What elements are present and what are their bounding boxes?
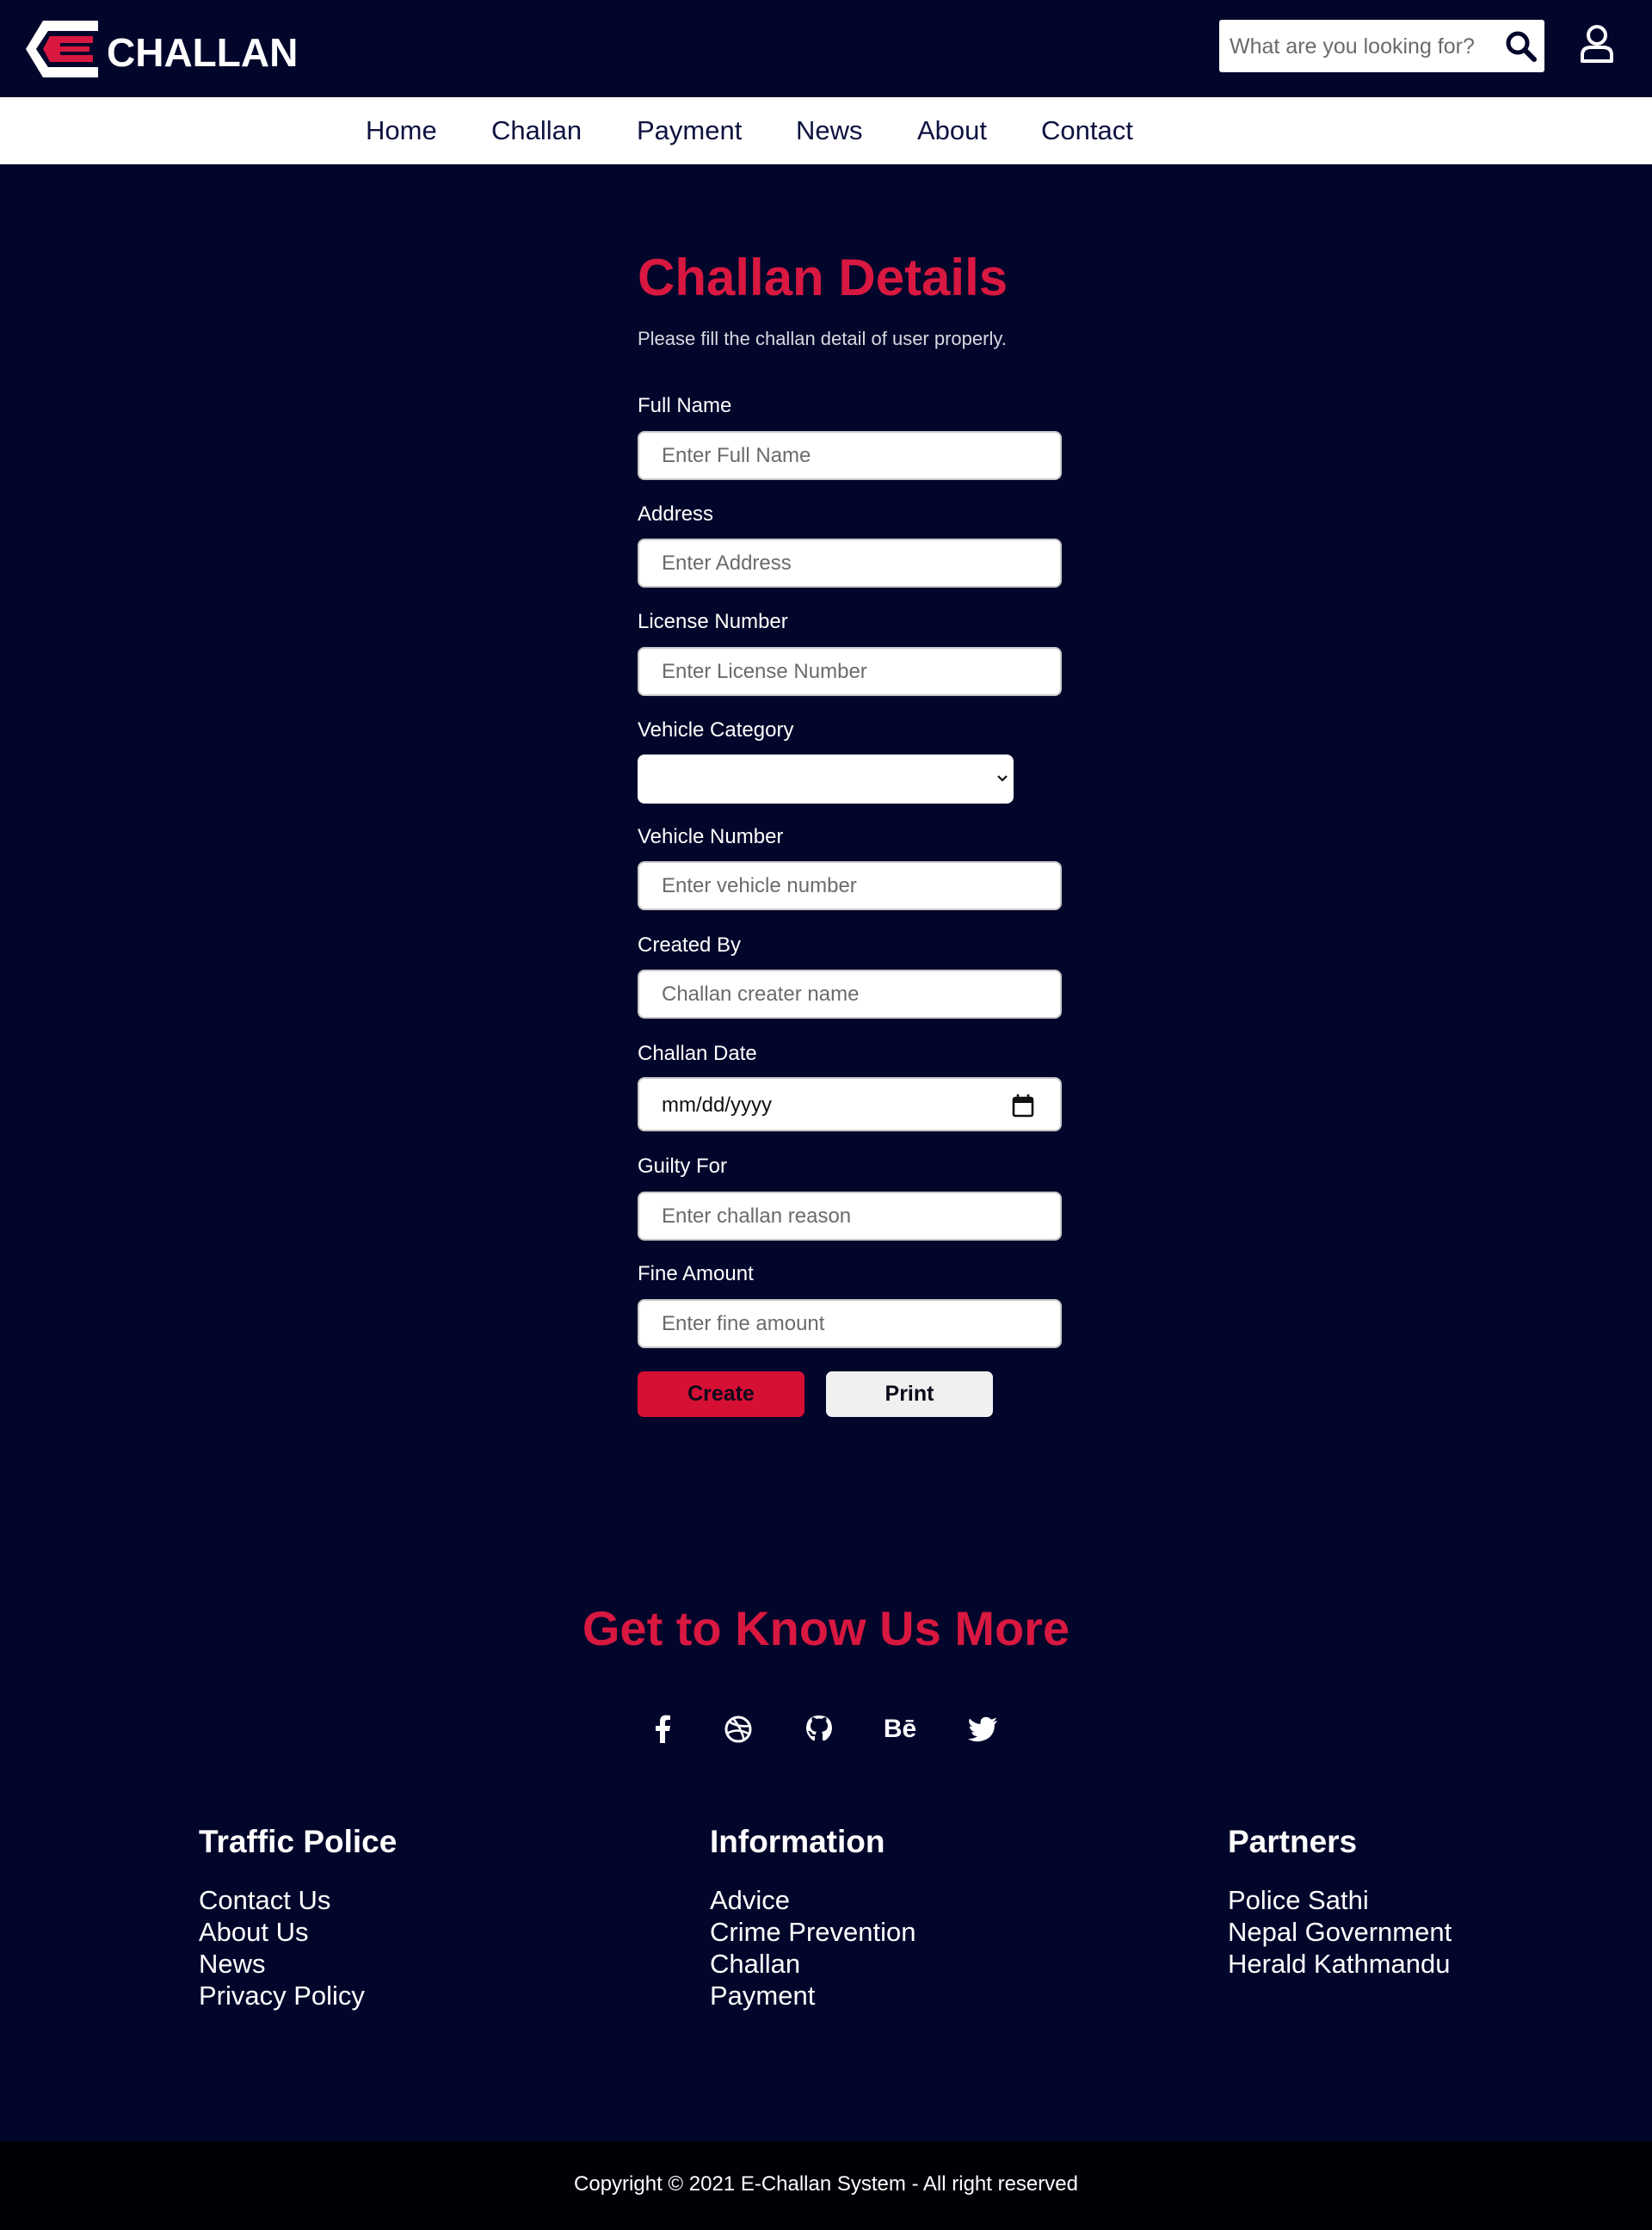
fine-amount-label: Fine Amount bbox=[638, 1262, 754, 1285]
vehicle-category-select[interactable] bbox=[638, 755, 1014, 804]
license-number-field[interactable] bbox=[638, 647, 1062, 696]
footer-link-about-us[interactable]: About Us bbox=[199, 1917, 309, 1948]
nav-item-challan[interactable]: Challan bbox=[491, 97, 582, 164]
footer-link-herald-kathmandu[interactable]: Herald Kathmandu bbox=[1228, 1949, 1451, 1980]
search-icon[interactable] bbox=[1505, 30, 1538, 63]
address-label: Address bbox=[638, 502, 714, 526]
address-field[interactable] bbox=[638, 539, 1062, 588]
form-subtitle: Please fill the challan detail of user p… bbox=[638, 328, 1007, 349]
footer-col-title-information: Information bbox=[710, 1824, 885, 1859]
footer-link-police-sathi[interactable]: Police Sathi bbox=[1228, 1885, 1369, 1916]
footer-link-crime-prevention[interactable]: Crime Prevention bbox=[710, 1917, 915, 1948]
logo-emblem-icon bbox=[26, 21, 98, 77]
facebook-icon[interactable] bbox=[646, 1712, 681, 1746]
fine-amount-field[interactable] bbox=[638, 1299, 1062, 1348]
footer-link-challan[interactable]: Challan bbox=[710, 1949, 800, 1980]
nav-item-payment[interactable]: Payment bbox=[637, 97, 742, 164]
search-input[interactable] bbox=[1228, 20, 1489, 74]
top-header: CHALLAN bbox=[0, 0, 1652, 97]
dribbble-icon[interactable] bbox=[721, 1712, 755, 1746]
challan-date-label: Challan Date bbox=[638, 1042, 757, 1065]
vehicle-number-label: Vehicle Number bbox=[638, 825, 784, 848]
social-section-title: Get to Know Us More bbox=[582, 1601, 1070, 1655]
footer-link-advice[interactable]: Advice bbox=[710, 1885, 790, 1916]
print-button[interactable]: Print bbox=[826, 1371, 993, 1417]
footer-link-payment[interactable]: Payment bbox=[710, 1981, 815, 2011]
footer-col-title-partners: Partners bbox=[1228, 1824, 1358, 1859]
full-name-label: Full Name bbox=[638, 394, 732, 417]
footer-link-news[interactable]: News bbox=[199, 1949, 266, 1980]
copyright-bar: Copyright © 2021 E-Challan System - All … bbox=[0, 2141, 1652, 2230]
page-title: Challan Details bbox=[638, 249, 1008, 306]
chevron-down-icon bbox=[997, 775, 1008, 782]
search-box bbox=[1219, 20, 1544, 74]
created-by-label: Created By bbox=[638, 933, 742, 957]
nav-item-contact[interactable]: Contact bbox=[1041, 97, 1133, 164]
guilty-for-label: Guilty For bbox=[638, 1155, 728, 1178]
site-logo[interactable]: CHALLAN bbox=[24, 17, 298, 81]
guilty-for-field[interactable] bbox=[638, 1192, 1062, 1241]
calendar-icon[interactable] bbox=[1012, 1093, 1034, 1118]
twitter-icon[interactable] bbox=[966, 1712, 1001, 1746]
footer-col-title-traffic-police: Traffic Police bbox=[199, 1824, 398, 1859]
behance-icon[interactable]: Bē bbox=[883, 1712, 917, 1746]
footer-link-privacy-policy[interactable]: Privacy Policy bbox=[199, 1981, 365, 2011]
created-by-field[interactable] bbox=[638, 970, 1062, 1019]
license-number-label: License Number bbox=[638, 610, 788, 633]
github-icon[interactable] bbox=[802, 1712, 836, 1746]
footer-link-contact-us[interactable]: Contact Us bbox=[199, 1885, 330, 1916]
copyright-text: Copyright © 2021 E-Challan System - All … bbox=[574, 2172, 1078, 2196]
challan-date-value: mm/dd/yyyy bbox=[662, 1093, 773, 1117]
create-button[interactable]: Create bbox=[638, 1371, 804, 1417]
challan-date-field[interactable]: mm/dd/yyyy bbox=[638, 1077, 1062, 1131]
footer-link-nepal-government[interactable]: Nepal Government bbox=[1228, 1917, 1452, 1948]
user-icon[interactable] bbox=[1579, 24, 1615, 64]
nav-item-home[interactable]: Home bbox=[366, 97, 437, 164]
full-name-field[interactable] bbox=[638, 431, 1062, 480]
nav-item-news[interactable]: News bbox=[796, 97, 863, 164]
main-nav: Home Challan Payment News About Contact bbox=[0, 97, 1652, 164]
vehicle-number-field[interactable] bbox=[638, 861, 1062, 910]
nav-item-about[interactable]: About bbox=[917, 97, 987, 164]
vehicle-category-label: Vehicle Category bbox=[638, 718, 794, 742]
logo-text: CHALLAN bbox=[107, 30, 299, 75]
